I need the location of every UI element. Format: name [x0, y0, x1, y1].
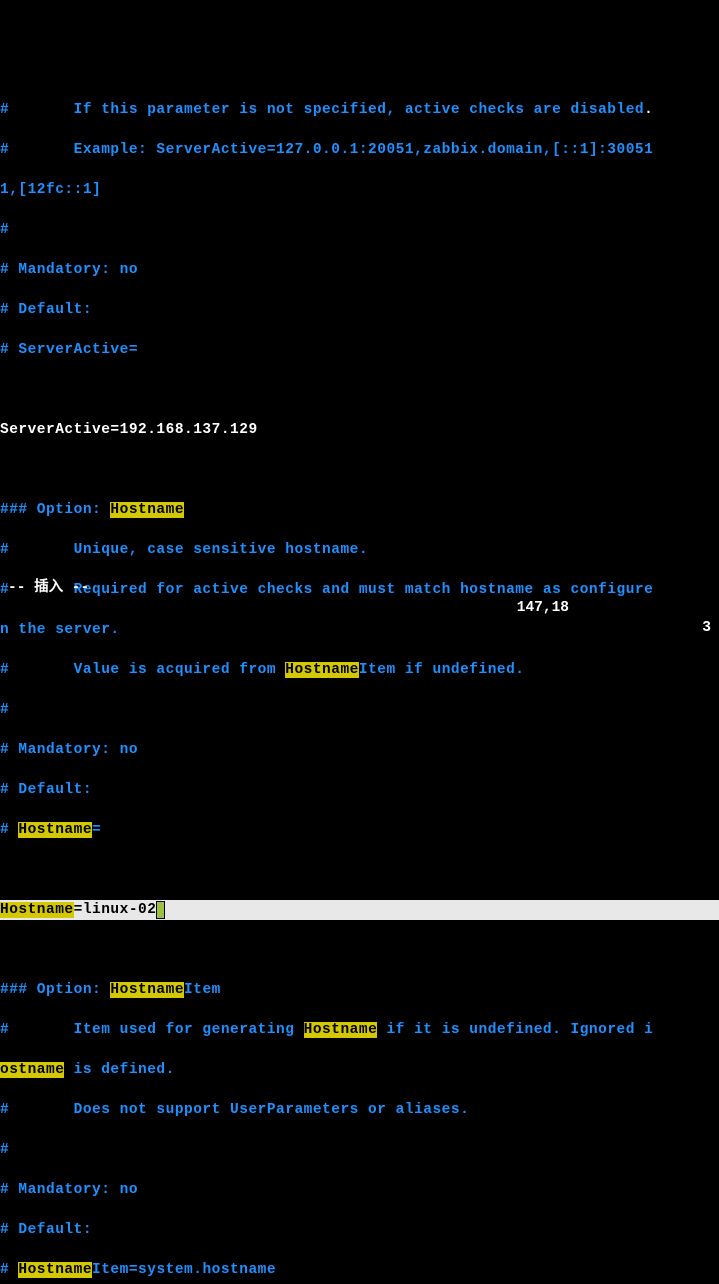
config-comment: # ServerActive=	[0, 342, 138, 358]
config-comment: Item if undefined.	[359, 662, 525, 678]
config-comment: ### Option:	[0, 982, 110, 998]
config-comment: # Does not support UserParameters or ali…	[0, 1102, 469, 1118]
search-highlight: Hostname	[110, 982, 184, 998]
config-comment: # Mandatory: no	[0, 742, 138, 758]
config-comment: Item=system.hostname	[92, 1262, 276, 1278]
config-comment: 1,[12fc::1]	[0, 182, 101, 198]
search-highlight: Hostname	[304, 1022, 378, 1038]
config-comment: # Mandatory: no	[0, 262, 138, 278]
config-comment: #	[0, 702, 9, 718]
search-highlight: Hostname	[18, 822, 92, 838]
config-comment: =	[92, 822, 101, 838]
config-comment: #	[0, 1262, 18, 1278]
config-comment: is defined.	[64, 1062, 174, 1078]
config-value: ServerActive=192.168.137.129	[0, 422, 258, 438]
search-highlight: ostname	[0, 1062, 64, 1078]
config-comment: ### Option:	[0, 502, 110, 518]
config-comment: # Default:	[0, 1222, 92, 1238]
search-highlight: Hostname	[110, 502, 184, 518]
config-comment: # Mandatory: no	[0, 1182, 138, 1198]
search-highlight: Hostname	[18, 1262, 92, 1278]
config-comment: # Unique, case sensitive hostname.	[0, 542, 368, 558]
vim-mode: -- 插入 --	[8, 578, 89, 598]
config-comment: # If this parameter is not specified, ac…	[0, 102, 644, 118]
terminal-editor[interactable]: # If this parameter is not specified, ac…	[0, 80, 719, 1284]
vim-status-bar: -- 插入 -- 147,18 3	[0, 558, 719, 638]
current-line[interactable]: Hostname=linux-02	[0, 900, 719, 920]
config-comment: # Example: ServerActive=127.0.0.1:20051,…	[0, 142, 653, 158]
text: .	[644, 102, 653, 118]
cursor-position: 147,18	[517, 598, 569, 618]
file-position-pct: 3	[702, 618, 711, 638]
search-highlight: Hostname	[285, 662, 359, 678]
config-value: =linux-02	[74, 902, 157, 918]
config-comment: #	[0, 822, 18, 838]
config-comment: # Item used for generating	[0, 1022, 304, 1038]
config-comment: # Value is acquired from	[0, 662, 285, 678]
config-comment: #	[0, 222, 9, 238]
config-comment: # Default:	[0, 302, 92, 318]
config-comment: # Default:	[0, 782, 92, 798]
config-comment: #	[0, 1142, 9, 1158]
config-comment: if it is undefined. Ignored i	[377, 1022, 653, 1038]
search-highlight: Hostname	[0, 902, 74, 918]
cursor	[156, 901, 165, 919]
config-comment: Item	[184, 982, 221, 998]
